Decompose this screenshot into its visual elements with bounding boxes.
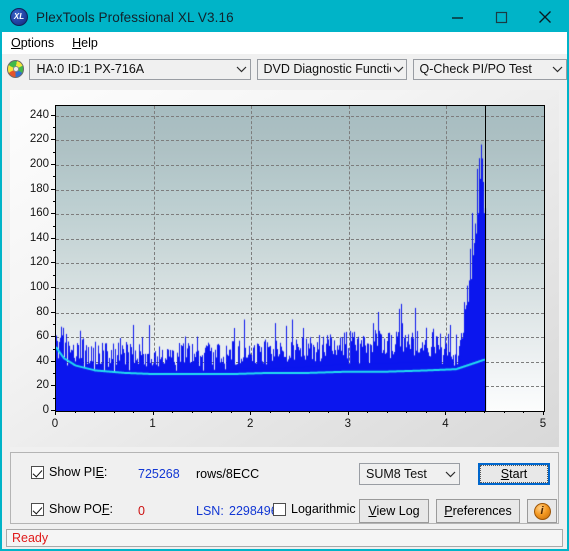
pie-error-series <box>56 106 544 411</box>
x-axis-tick-label: 1 <box>149 418 156 430</box>
y-axis-tick-label: 0 <box>42 404 49 416</box>
y-axis-tick-label: 220 <box>29 133 49 146</box>
logarithmic-checkbox-row[interactable]: Logarithmic <box>273 502 356 516</box>
test-mode-select[interactable]: SUM8 Test <box>359 463 460 485</box>
logarithmic-checkbox[interactable] <box>273 502 286 516</box>
menu-item-options[interactable]: OOptionsptions <box>2 34 63 52</box>
y-axis-tick-label: 20 <box>36 379 49 392</box>
selector-toolbar: HA:0 ID:1 PX-716A DVD Diagnostic Functio… <box>2 54 567 84</box>
function-select-value: DVD Diagnostic Functions <box>263 62 391 76</box>
test-select-value: Q-Check PI/PO Test <box>419 62 532 76</box>
show-pie-checkbox[interactable] <box>31 465 44 479</box>
info-button[interactable]: i <box>527 499 557 523</box>
logarithmic-label: Logarithmic <box>291 502 356 516</box>
menu-bar: OOptionsptions Help <box>2 32 567 54</box>
status-text: Ready <box>12 531 49 545</box>
view-log-button[interactable]: View Log <box>359 499 429 523</box>
chevron-down-icon <box>442 465 459 484</box>
show-pof-checkbox[interactable] <box>31 502 44 516</box>
view-log-button-label: View Log <box>368 504 420 518</box>
plot-area[interactable] <box>55 105 545 412</box>
x-axis-tick-label: 4 <box>442 418 449 430</box>
app-logo-icon: XL <box>10 8 28 26</box>
start-button-label: Start <box>500 467 528 481</box>
lsn-value: 2298496 <box>229 504 278 518</box>
start-button[interactable]: Start <box>478 463 550 485</box>
preferences-button-label: Preferences <box>444 504 512 518</box>
show-pie-checkbox-row[interactable]: Show PIE: <box>31 465 107 479</box>
preferences-button[interactable]: Preferences <box>436 499 520 523</box>
title-bar: XL PlexTools Professional XL V3.16 <box>2 2 567 32</box>
y-axis-tick-label: 120 <box>29 256 49 269</box>
test-mode-value: SUM8 Test <box>366 467 427 481</box>
application-window: XL PlexTools Professional XL V3.16 OOpti… <box>0 0 569 551</box>
y-axis-tick-label: 100 <box>29 281 49 294</box>
pof-total-value: 0 <box>138 504 145 518</box>
show-pof-label: Show POF: <box>49 502 113 516</box>
test-select[interactable]: Q-Check PI/PO Test <box>412 58 567 80</box>
chart-panel: 0 20 40 60 80 100 120 140 160 180 200 220 240 0 1 2 3 4 5 <box>10 90 559 447</box>
chevron-down-icon <box>233 60 250 79</box>
window-controls <box>435 2 567 32</box>
show-pie-label: Show PIE: <box>49 465 108 479</box>
pie-total-value: 725268 <box>138 467 180 481</box>
x-axis-tick-label: 2 <box>246 418 254 430</box>
function-select[interactable]: DVD Diagnostic Functions <box>256 58 407 80</box>
control-panel: Show PIE: 725268 rows/8ECC Show POF: 0 L… <box>10 452 559 524</box>
y-axis-tick-label: 160 <box>29 207 49 220</box>
x-axis-tick-label: 0 <box>51 418 59 430</box>
y-axis-tick-label: 60 <box>36 330 49 343</box>
x-axis-tick-label: 5 <box>539 418 547 430</box>
status-bar: Ready <box>6 529 563 547</box>
info-icon: i <box>533 502 551 520</box>
chevron-down-icon <box>391 60 406 79</box>
maximize-icon[interactable] <box>479 2 523 32</box>
close-icon[interactable] <box>523 2 567 32</box>
y-axis-tick-label: 240 <box>29 108 49 121</box>
drive-select[interactable]: HA:0 ID:1 PX-716A <box>29 58 251 80</box>
window-title: PlexTools Professional XL V3.16 <box>36 9 234 25</box>
pie-unit-label: rows/8ECC <box>196 467 260 481</box>
y-axis-tick-label: 180 <box>29 182 49 195</box>
y-axis-tick-label: 200 <box>29 158 49 171</box>
optical-disc-icon <box>7 60 25 78</box>
y-axis-tick-label: 140 <box>29 231 49 244</box>
minimize-icon[interactable] <box>435 2 479 32</box>
chevron-down-icon <box>549 60 566 79</box>
x-axis-tick-label: 3 <box>344 418 351 430</box>
y-axis-tick-label: 80 <box>36 305 49 318</box>
scan-cursor-line <box>485 106 486 411</box>
menu-item-help[interactable]: Help <box>63 34 107 52</box>
lsn-label: LSN: <box>196 504 224 518</box>
drive-select-value: HA:0 ID:1 PX-716A <box>36 62 145 76</box>
show-pof-checkbox-row[interactable]: Show POF: <box>31 502 113 516</box>
y-axis-tick-label: 40 <box>36 354 49 367</box>
